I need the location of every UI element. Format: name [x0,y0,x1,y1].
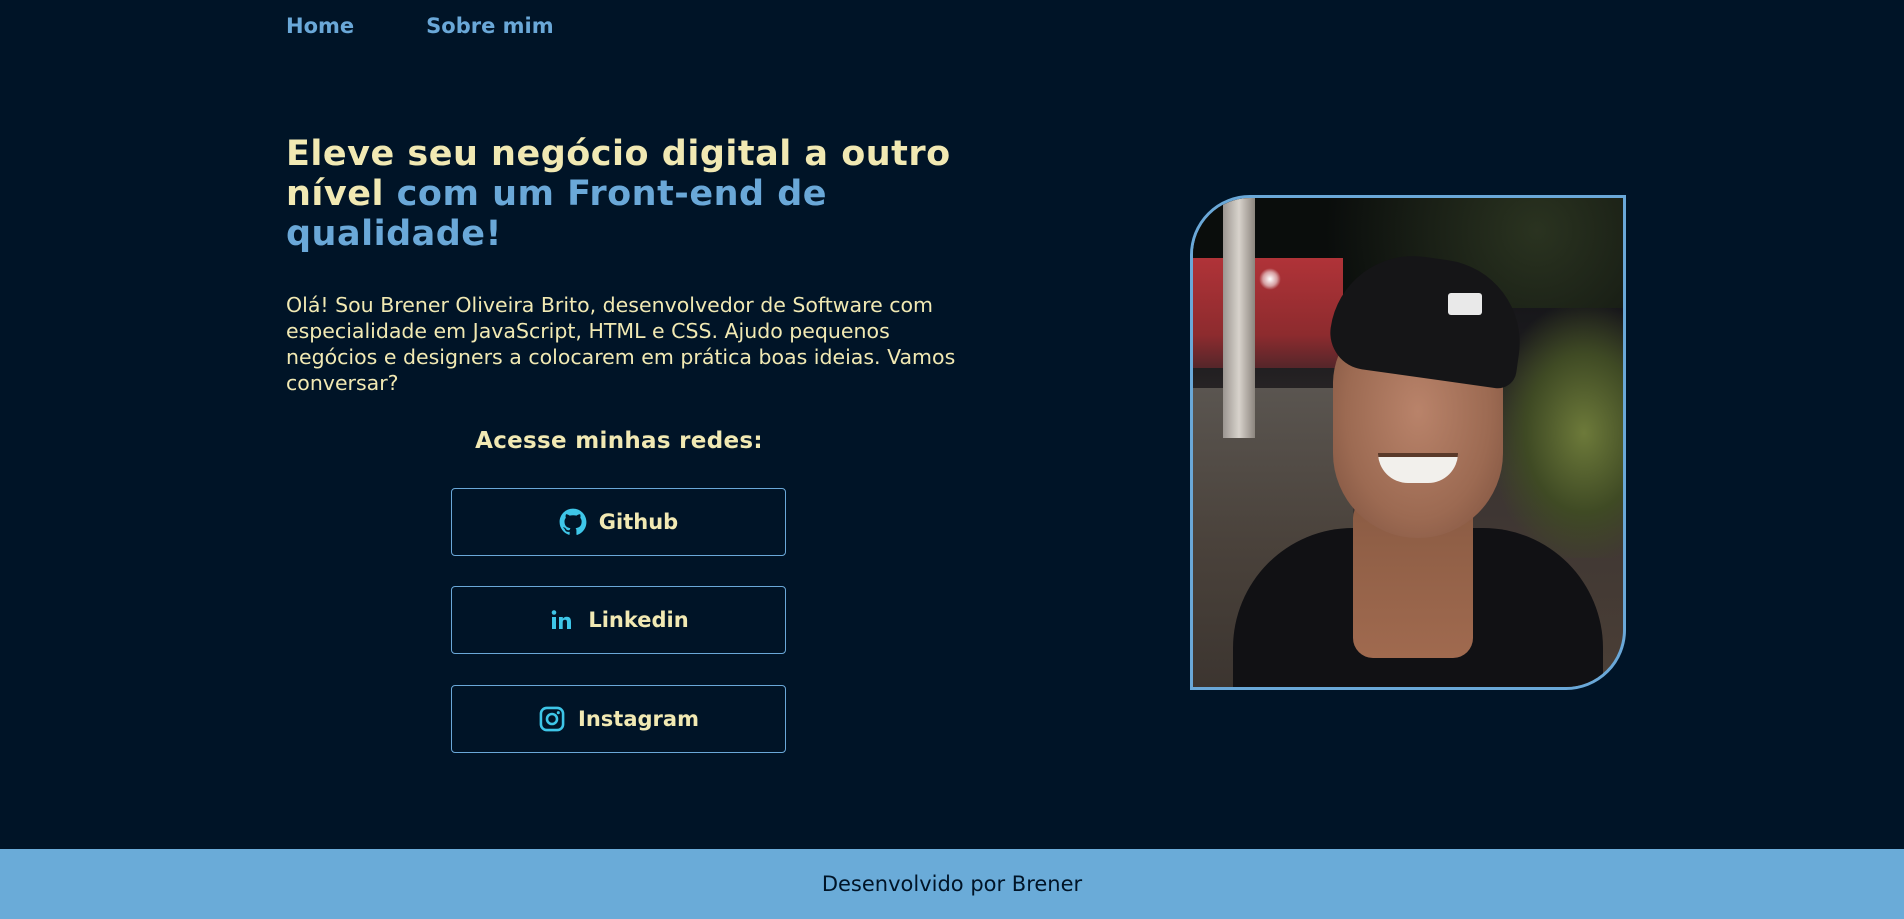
github-button[interactable]: Github [451,488,786,556]
hero-title: Eleve seu negócio digital a outro nível … [286,134,966,254]
photo-cap-logo [1448,293,1482,315]
github-icon [559,508,587,536]
instagram-button[interactable]: Instagram [451,685,786,753]
github-label: Github [598,510,679,534]
intro-text: Olá! Sou Brener Oliveira Brito, desenvol… [286,293,956,395]
linkedin-label: Linkedin [588,608,689,632]
page: Home Sobre mim Eleve seu negócio digital… [0,0,1904,919]
linkedin-icon [548,606,576,634]
footer: Desenvolvido por Brener [0,849,1904,919]
instagram-label: Instagram [578,707,699,731]
profile-photo [1190,195,1626,690]
photo-street-light [1259,268,1281,290]
instagram-icon [538,705,566,733]
photo-background-pole [1223,198,1255,438]
top-nav: Home Sobre mim [286,14,554,38]
footer-text: Desenvolvido por Brener [821,872,1083,896]
nav-about-link[interactable]: Sobre mim [426,14,553,38]
nav-home-link[interactable]: Home [286,14,354,38]
linkedin-button[interactable]: Linkedin [451,586,786,654]
social-heading: Acesse minhas redes: [475,428,763,454]
